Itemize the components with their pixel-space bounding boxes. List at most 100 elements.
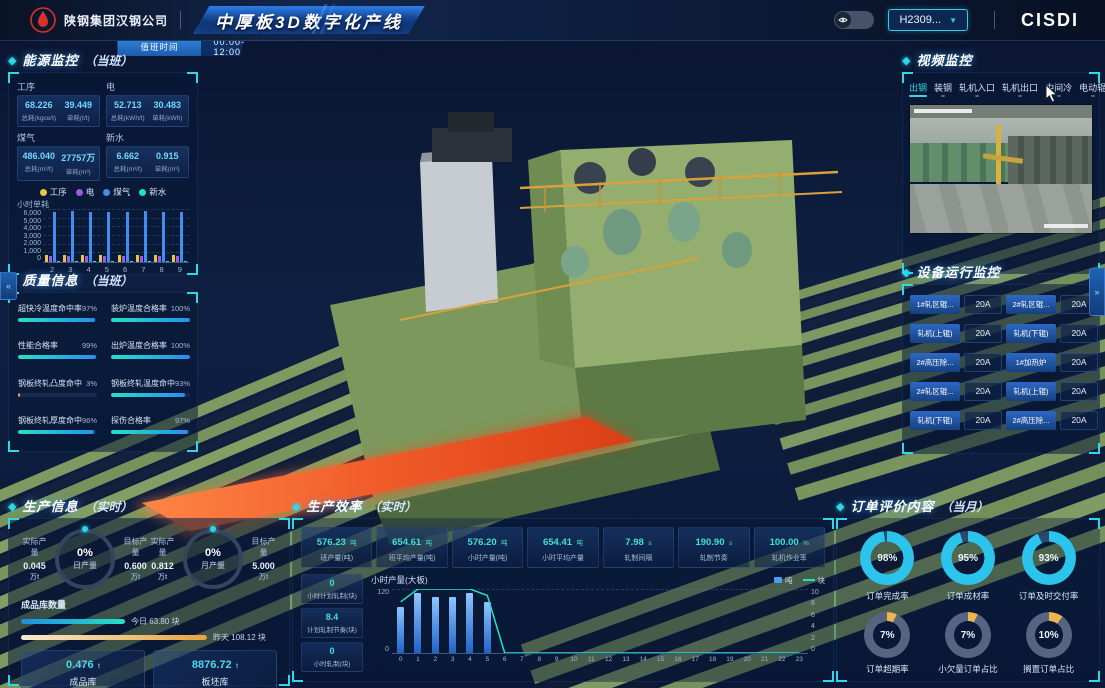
bar-电 xyxy=(176,256,179,262)
y-tick: 3,000 xyxy=(17,233,41,240)
tab-mill-entry[interactable]: 轧机入口 xyxy=(959,81,995,97)
device-current: 20A xyxy=(964,353,1002,372)
y-tick: 0 xyxy=(17,255,41,262)
bar-group xyxy=(154,212,169,262)
device-name[interactable]: 2#高压除... xyxy=(910,353,960,372)
bar-工序 xyxy=(81,255,84,262)
chart-plot xyxy=(392,589,808,654)
bar-工序 xyxy=(99,255,102,262)
device-name[interactable]: 1#轧区辊... xyxy=(910,295,960,314)
diamond-icon: ◆ xyxy=(902,266,910,279)
mouse-cursor xyxy=(1045,84,1059,104)
plan-stat: 0小时计划轧制(块) xyxy=(301,574,363,604)
quality-item: 钢板终轧凸度命中3% xyxy=(18,378,97,404)
y-tick: 5,000 xyxy=(17,218,41,225)
cctv-camera-label-overlay xyxy=(1044,224,1088,228)
x-tick: 18 xyxy=(704,656,721,663)
tab-tapping[interactable]: 出钢 xyxy=(909,81,927,97)
bar-电 xyxy=(67,256,70,262)
monthly-output-gauge: 实际产量 0.812 万t 0%月产量 目标产量 5.000 万t xyxy=(149,529,277,589)
bar-工序 xyxy=(45,255,48,262)
device-current: 20A xyxy=(964,295,1002,314)
x-tick: 10 xyxy=(565,656,582,663)
cctv-feed[interactable] xyxy=(909,104,1093,234)
device-name[interactable]: 2#轧区辊... xyxy=(1006,295,1056,314)
bar-电 xyxy=(103,256,106,262)
x-axis: 01234567891011121314151617181920212223 xyxy=(392,656,808,663)
order-kpi: 95% 订单成材率 xyxy=(928,531,1009,602)
device-current: 20A xyxy=(964,382,1002,401)
bar-新水 xyxy=(130,261,133,262)
tab-mill-exit[interactable]: 轧机出口 xyxy=(1002,81,1038,97)
diamond-icon: ◆ xyxy=(292,500,300,513)
daily-output-gauge: 实际产量 0.045 万t 0%日产量 目标产量 0.600 万t xyxy=(21,529,149,589)
collapse-left-handle[interactable]: « xyxy=(0,272,17,300)
x-tick: 8 xyxy=(531,656,548,663)
energy-chart-y-axis: 6,0005,0004,0003,0002,0001,0000 xyxy=(17,210,41,262)
order-kpi: 7% 订单超期率 xyxy=(847,612,928,675)
x-tick: 17 xyxy=(687,656,704,663)
x-tick: 23 xyxy=(791,656,808,663)
x-tick: 22 xyxy=(773,656,790,663)
quality-item: 探伤合格率97% xyxy=(111,415,190,441)
efficiency-stat: 7.98 s轧制间隔 xyxy=(603,527,674,568)
line-legend-chip xyxy=(803,579,815,581)
top-header-bar: 陕钢集团汉钢公司 中厚板3D数字化产线 H2309... ▼ CISDI xyxy=(0,0,1105,41)
tab-motor-roller[interactable]: 电动辊 xyxy=(1079,81,1105,97)
camera-tabs: 出钢 装钢 轧机入口 轧机出口 中间冷 电动辊 xyxy=(909,81,1093,97)
x-tick: 0 xyxy=(392,656,409,663)
legend-dot xyxy=(40,189,47,196)
bar-新水 xyxy=(111,261,114,262)
device-select[interactable]: H2309... ▼ xyxy=(888,9,968,31)
bar-legend-chip xyxy=(774,577,782,583)
visibility-toggle[interactable] xyxy=(834,11,874,29)
cisdi-logo: CISDI xyxy=(1021,10,1079,31)
header-divider xyxy=(994,11,995,29)
x-tick: 12 xyxy=(600,656,617,663)
hourly-output-chart: 小时产量(大板) 吨 块 1200 1086420 01234567891011… xyxy=(371,574,825,672)
device-name[interactable]: 2#高压除... xyxy=(1006,411,1056,430)
device-name[interactable]: 轧机(上辊) xyxy=(1006,382,1056,401)
x-tick: 16 xyxy=(669,656,686,663)
collapse-right-handle[interactable]: » xyxy=(1089,268,1105,316)
bar-新水 xyxy=(184,261,187,262)
efficiency-panel: ◆ 生产效率 （实时） 576.23 吨班产量(吨) 654.61 吨班平均产量… xyxy=(292,496,834,682)
inventory-bar-yesterday: 昨天 108.12 块 xyxy=(21,632,277,643)
production-panel: ◆ 生产信息 （实时） 实际产量 0.045 万t 0%日产量 目标产量 0.6… xyxy=(8,496,290,686)
bar-新水 xyxy=(57,261,60,262)
device-name[interactable]: 2#轧区辊... xyxy=(910,382,960,401)
page-title: 中厚板3D数字化产线 xyxy=(215,8,403,33)
efficiency-stat: 100.00 %轧机作业率 xyxy=(754,527,825,568)
x-tick: 3 xyxy=(444,656,461,663)
plan-stat: 0小时轧制(块) xyxy=(301,642,363,672)
energy-card-electric: 电 52.713总耗(kWh/t) 30.483单耗(kWh) xyxy=(106,80,189,127)
bar-工序 xyxy=(136,255,139,262)
x-tick: 14 xyxy=(635,656,652,663)
bar-工序 xyxy=(154,255,157,262)
device-name[interactable]: 轧机(下辊) xyxy=(1006,324,1056,343)
bar-电 xyxy=(122,256,125,262)
x-tick: 13 xyxy=(617,656,634,663)
bar-group xyxy=(99,212,114,262)
energy-hourly-chart: 6,0005,0004,0003,0002,0001,0000 23456789 xyxy=(17,210,189,274)
device-name[interactable]: 轧机(上辊) xyxy=(910,324,960,343)
legend-dot xyxy=(103,189,110,196)
quality-item: 出炉温度合格率100% xyxy=(111,340,190,366)
bar-煤气 xyxy=(89,212,92,262)
tab-charging[interactable]: 装钢 xyxy=(934,81,952,97)
bar-煤气 xyxy=(180,212,183,262)
chevron-down-icon: ▼ xyxy=(949,16,957,25)
order-kpi: 98% 订单完成率 xyxy=(847,531,928,602)
energy-card-process: 工序 68.226总耗(kgce/t) 39.449单耗(t/t) xyxy=(17,80,100,127)
orders-panel: ◆ 订单评价内容 （当月） 98% 订单完成率 95% 订单成材率 93% 订单… xyxy=(836,496,1100,682)
device-current: 20A xyxy=(1060,353,1098,372)
bar-新水 xyxy=(93,261,96,262)
legend-tons: 吨 xyxy=(774,575,793,586)
device-select-value: H2309... xyxy=(899,14,941,26)
device-name[interactable]: 1#加热炉 xyxy=(1006,353,1056,372)
bar-电 xyxy=(49,256,52,262)
x-tick: 2 xyxy=(427,656,444,663)
device-name[interactable]: 轧机(下辊) xyxy=(910,411,960,430)
bar-煤气 xyxy=(126,212,129,262)
quality-item: 钢板终轧厚度命中96% xyxy=(18,415,97,441)
